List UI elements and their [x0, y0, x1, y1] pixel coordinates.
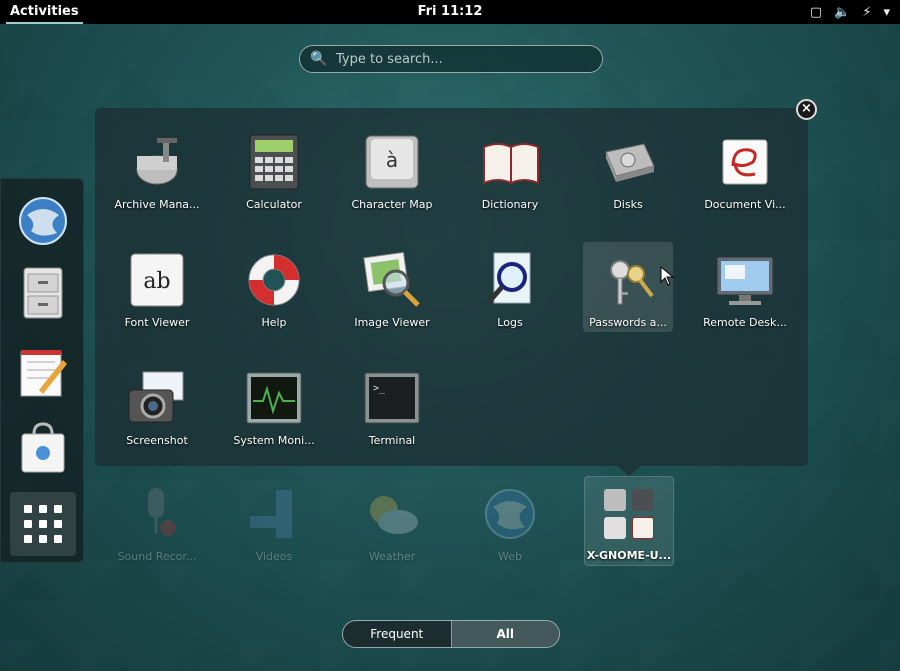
app-weather[interactable]: Weather [347, 470, 437, 563]
weather-icon [370, 496, 418, 534]
microphone-icon [148, 488, 176, 536]
all-button[interactable]: All [450, 621, 559, 647]
system-tray[interactable]: ▢ 🔈 ⚡ ▾ [810, 5, 900, 20]
app-disks[interactable]: Disks [583, 118, 673, 211]
window-icon[interactable]: ▢ [810, 5, 822, 20]
close-folder-button[interactable]: × [796, 99, 817, 120]
character-glyph: à [386, 148, 398, 172]
camera-icon [128, 371, 184, 423]
document-viewer-icon [722, 139, 768, 185]
app-videos[interactable]: Videos [229, 470, 319, 563]
clock[interactable]: Fri 11:12 [0, 0, 900, 24]
app-help[interactable]: Help [229, 236, 319, 329]
app-web[interactable]: Web [465, 470, 555, 563]
shopping-bag-icon [21, 422, 65, 473]
dash-item-text-editor[interactable] [13, 342, 73, 402]
frequent-button[interactable]: Frequent [343, 621, 451, 647]
dash-item-files[interactable] [13, 263, 73, 323]
app-logs[interactable]: Logs [465, 236, 555, 329]
app-archive-manager[interactable]: Archive Mana... [112, 118, 202, 211]
dash-item-software[interactable] [13, 417, 73, 477]
life-ring-icon [248, 254, 300, 306]
app-folder-x-gnome-utilities[interactable]: X-GNOME-U... [584, 476, 674, 566]
remote-desktop-icon [716, 256, 774, 305]
view-switcher: Frequent All [342, 620, 560, 648]
activities-button[interactable]: Activities [0, 0, 89, 24]
font-sample-glyph: ab [143, 269, 170, 294]
app-image-viewer[interactable]: Image Viewer [347, 236, 437, 329]
calculator-icon [249, 134, 299, 190]
terminal-prompt: >_ [373, 383, 386, 394]
app-passwords-and-keys[interactable]: Passwords a... [583, 242, 673, 332]
dash [0, 178, 84, 563]
disk-drive-icon [605, 143, 655, 182]
notepad-pencil-icon [20, 350, 67, 397]
app-system-monitor[interactable]: System Moni... [229, 354, 319, 447]
app-remote-desktop[interactable]: Remote Desk... [700, 236, 790, 329]
font-viewer-icon: ab [130, 253, 184, 307]
folder-popup-arrow [617, 466, 641, 476]
character-key-icon: à [365, 135, 419, 189]
terminal-icon: >_ [364, 372, 420, 424]
file-cabinet-icon [23, 267, 63, 319]
archive-roller-icon [136, 138, 178, 185]
app-character-map[interactable]: à Character Map [347, 118, 437, 211]
show-applications-button[interactable] [10, 492, 76, 556]
search-input[interactable] [334, 50, 602, 68]
grid-icon [24, 505, 62, 543]
app-font-viewer[interactable]: ab Font Viewer [112, 236, 202, 329]
top-bar: Activities Fri 11:12 ▢ 🔈 ⚡ ▾ [0, 0, 900, 24]
keys-icon [610, 260, 654, 305]
volume-icon[interactable]: 🔈 [834, 5, 850, 20]
film-icon [250, 490, 292, 538]
globe-icon [19, 197, 67, 245]
app-dictionary[interactable]: Dictionary [465, 118, 555, 211]
search-icon: 🔍 [310, 51, 328, 67]
open-book-icon [483, 143, 539, 185]
folder-grid-icon [604, 489, 654, 539]
dash-item-web[interactable] [13, 191, 73, 251]
logs-magnifier-icon [486, 252, 531, 305]
chevron-down-icon[interactable]: ▾ [883, 5, 890, 20]
app-document-viewer[interactable]: Document Vi... [700, 118, 790, 211]
battery-icon[interactable]: ⚡ [862, 5, 871, 20]
app-screenshot[interactable]: Screenshot [112, 354, 202, 447]
app-calculator[interactable]: Calculator [229, 118, 319, 211]
mouse-pointer-icon [660, 266, 674, 286]
app-sound-recorder[interactable]: Sound Recor... [112, 470, 202, 563]
search-box[interactable]: 🔍 [299, 45, 603, 73]
close-icon: × [801, 101, 812, 116]
app-terminal[interactable]: >_ Terminal [347, 354, 437, 447]
image-magnifier-icon [363, 251, 420, 307]
globe-icon [485, 489, 535, 539]
system-monitor-icon [246, 372, 302, 424]
